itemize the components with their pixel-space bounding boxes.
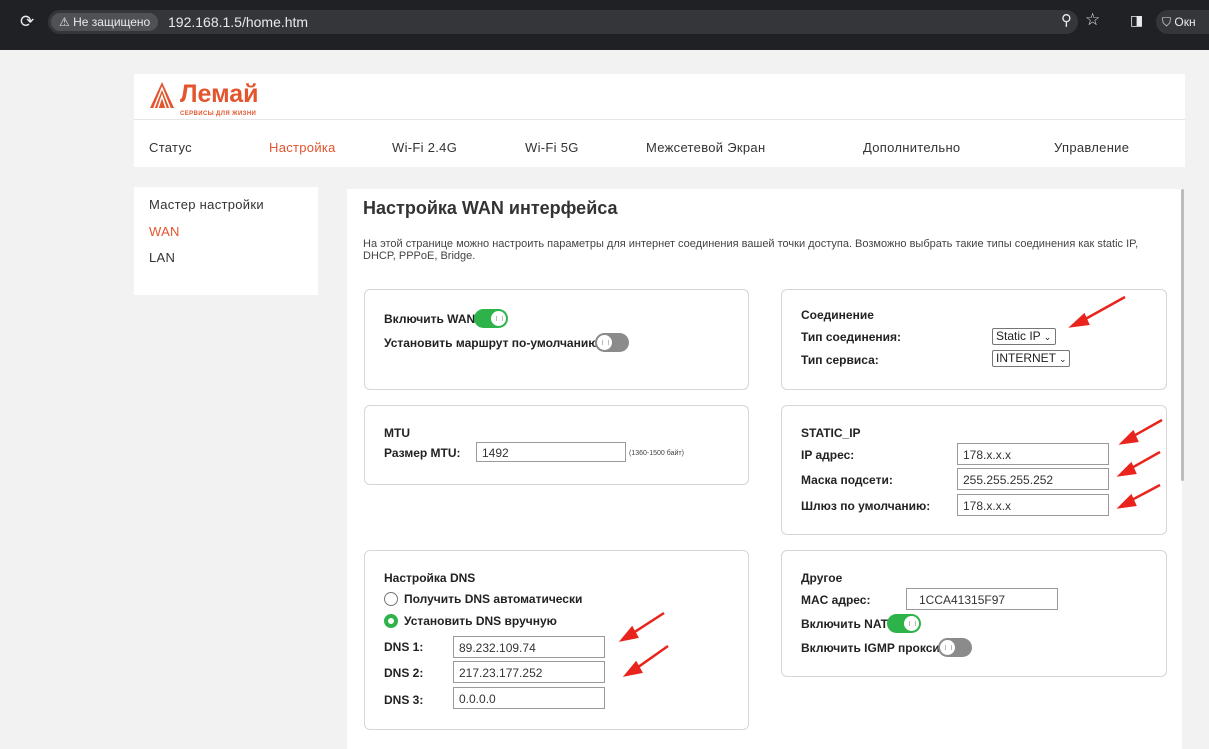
- arrow-icon: [618, 611, 665, 642]
- arrow-icon: [1118, 418, 1163, 445]
- arrow-icon: [622, 644, 669, 677]
- arrow-icon: [1068, 295, 1126, 328]
- annotation-arrows: [618, 295, 1163, 677]
- arrow-icon: [1116, 483, 1161, 509]
- arrow-icon: [1116, 450, 1161, 477]
